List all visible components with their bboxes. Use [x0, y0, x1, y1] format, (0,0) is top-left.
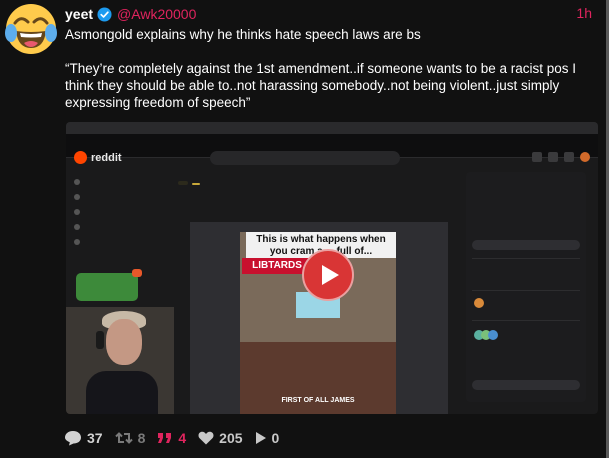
nav-all	[74, 234, 154, 249]
post-actions: 37 8 4 205 0	[64, 429, 291, 447]
quote-icon	[158, 433, 172, 443]
nav-home	[74, 174, 154, 189]
post-text: Asmongold explains why he thinks hate sp…	[65, 26, 600, 128]
reply-action[interactable]: 37	[64, 430, 103, 446]
repost-icon	[114, 432, 133, 444]
create-icon	[548, 152, 558, 162]
post-text-line: Asmongold explains why he thinks hate sp…	[65, 27, 421, 42]
answers-icon	[74, 208, 80, 215]
author-handle[interactable]: @Awk20000	[117, 6, 196, 22]
sidebar-divider	[472, 258, 580, 259]
post-header: yeet @Awk20000	[65, 5, 196, 23]
post-flair	[178, 181, 188, 185]
explore-icon	[74, 223, 80, 230]
views-action[interactable]: 0	[255, 430, 280, 446]
notifications-icon	[564, 152, 574, 162]
play-views-icon	[255, 432, 266, 444]
sidebar-divider	[472, 290, 580, 291]
reddit-left-nav	[74, 174, 154, 249]
play-icon	[322, 265, 339, 285]
author-name[interactable]: yeet	[65, 6, 93, 22]
home-icon	[74, 178, 80, 185]
nav-answers	[74, 204, 154, 219]
reply-icon	[65, 431, 81, 446]
like-action[interactable]: 205	[198, 430, 243, 446]
nav-popular	[74, 189, 154, 204]
streamer-body	[86, 371, 158, 414]
video-caption: FIRST OF ALL JAMES	[281, 397, 355, 404]
repost-action[interactable]: 8	[114, 430, 146, 446]
reddit-alien-icon	[74, 151, 87, 164]
streamer-face	[106, 319, 142, 365]
reddit-wordmark: reddit	[91, 151, 122, 164]
headset-icon	[96, 331, 104, 349]
post-timestamp[interactable]: 1h	[576, 5, 592, 21]
browser-tab-bar	[66, 122, 598, 134]
heart-icon	[198, 431, 214, 445]
new-badge	[132, 269, 142, 277]
video-attachment[interactable]: reddit This is what happens when you cra…	[66, 122, 598, 414]
repost-count: 8	[137, 430, 146, 446]
like-count: 205	[219, 430, 243, 446]
sidebar-divider	[472, 320, 580, 321]
webcam-overlay	[66, 307, 174, 414]
reddit-search-bar	[210, 151, 400, 165]
quote-action[interactable]: 4	[157, 430, 186, 446]
popular-icon	[74, 193, 80, 200]
post-quote-text: “They’re completely against the 1st amen…	[65, 61, 577, 110]
post-card[interactable]: yeet @Awk20000 1h Asmongold explains why…	[0, 0, 609, 458]
post-tag	[192, 183, 201, 185]
reddit-header-icons	[532, 152, 590, 162]
bookmark-button	[472, 380, 580, 390]
avatar[interactable]	[5, 3, 57, 55]
laughing-emoji-icon	[5, 4, 57, 54]
game-card	[76, 269, 142, 301]
verified-badge-icon	[97, 6, 112, 22]
quote-count: 4	[178, 430, 187, 446]
play-button[interactable]	[302, 249, 354, 301]
subreddit-sidebar	[466, 172, 586, 402]
reddit-post	[178, 172, 448, 190]
reply-count: 37	[87, 430, 103, 446]
user-flair-avatar	[474, 298, 484, 308]
chat-icon	[532, 152, 542, 162]
community-guide-button	[472, 240, 580, 250]
nav-explore	[74, 219, 154, 234]
user-avatar-icon	[580, 152, 590, 162]
achievement-avatar	[488, 330, 498, 340]
reddit-logo: reddit	[74, 151, 122, 164]
view-count: 0	[271, 430, 280, 446]
all-icon	[74, 238, 80, 245]
